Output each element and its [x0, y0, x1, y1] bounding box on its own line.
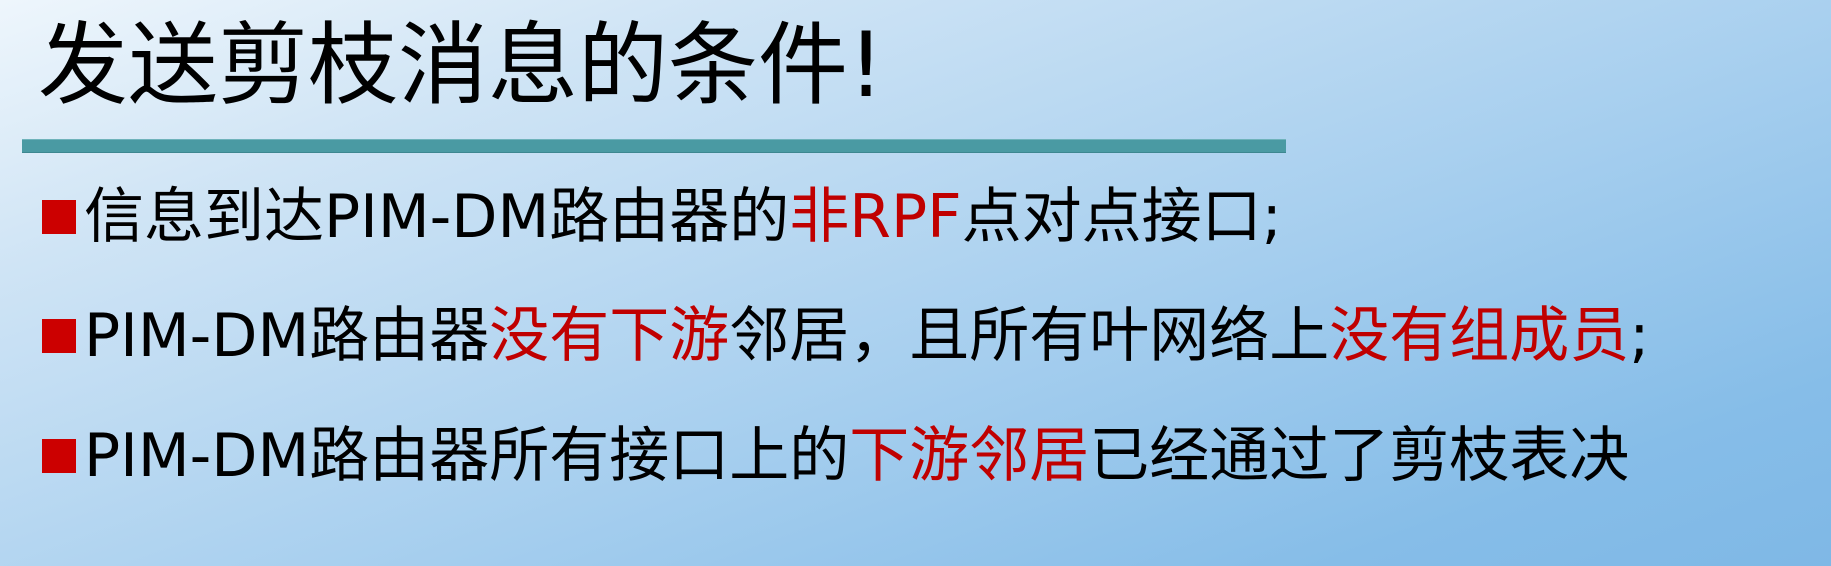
- bullet-text: 点对点接口;: [961, 182, 1282, 252]
- bullet-text: ;: [1629, 301, 1650, 371]
- square-bullet-icon: [42, 200, 76, 234]
- title-divider: [22, 139, 1286, 153]
- bullet-item: 信息到达PIM-DM路由器的 非RPF 点对点接口;: [42, 172, 1282, 262]
- bullet-highlight-text: 没有下游: [489, 301, 730, 371]
- bullet-item: PIM-DM路由器 没有下游 邻居，且所有叶网络上 没有组成员;: [42, 291, 1649, 381]
- bullet-text: 邻居，且所有叶网络上: [729, 301, 1330, 371]
- bullet-text: 已经通过了剪枝表决: [1089, 421, 1630, 491]
- bullet-text: PIM-DM路由器所有接口上的: [84, 421, 850, 491]
- bullet-text: PIM-DM路由器: [84, 301, 490, 371]
- bullet-highlight-text: 非RPF: [789, 182, 962, 252]
- bullet-highlight-text: 没有组成员: [1329, 301, 1630, 371]
- bullet-item: PIM-DM路由器所有接口上的 下游邻居 已经通过了剪枝表决: [42, 411, 1629, 501]
- square-bullet-icon: [42, 439, 76, 473]
- square-bullet-icon: [42, 319, 76, 353]
- bullet-highlight-text: 下游邻居: [849, 421, 1090, 491]
- slide: 发送剪枝消息的条件! 信息到达PIM-DM路由器的 非RPF 点对点接口; PIM-…: [0, 0, 1831, 566]
- slide-title: 发送剪枝消息的条件!: [38, 13, 885, 118]
- bullet-text: 信息到达PIM-DM路由器的: [84, 182, 790, 252]
